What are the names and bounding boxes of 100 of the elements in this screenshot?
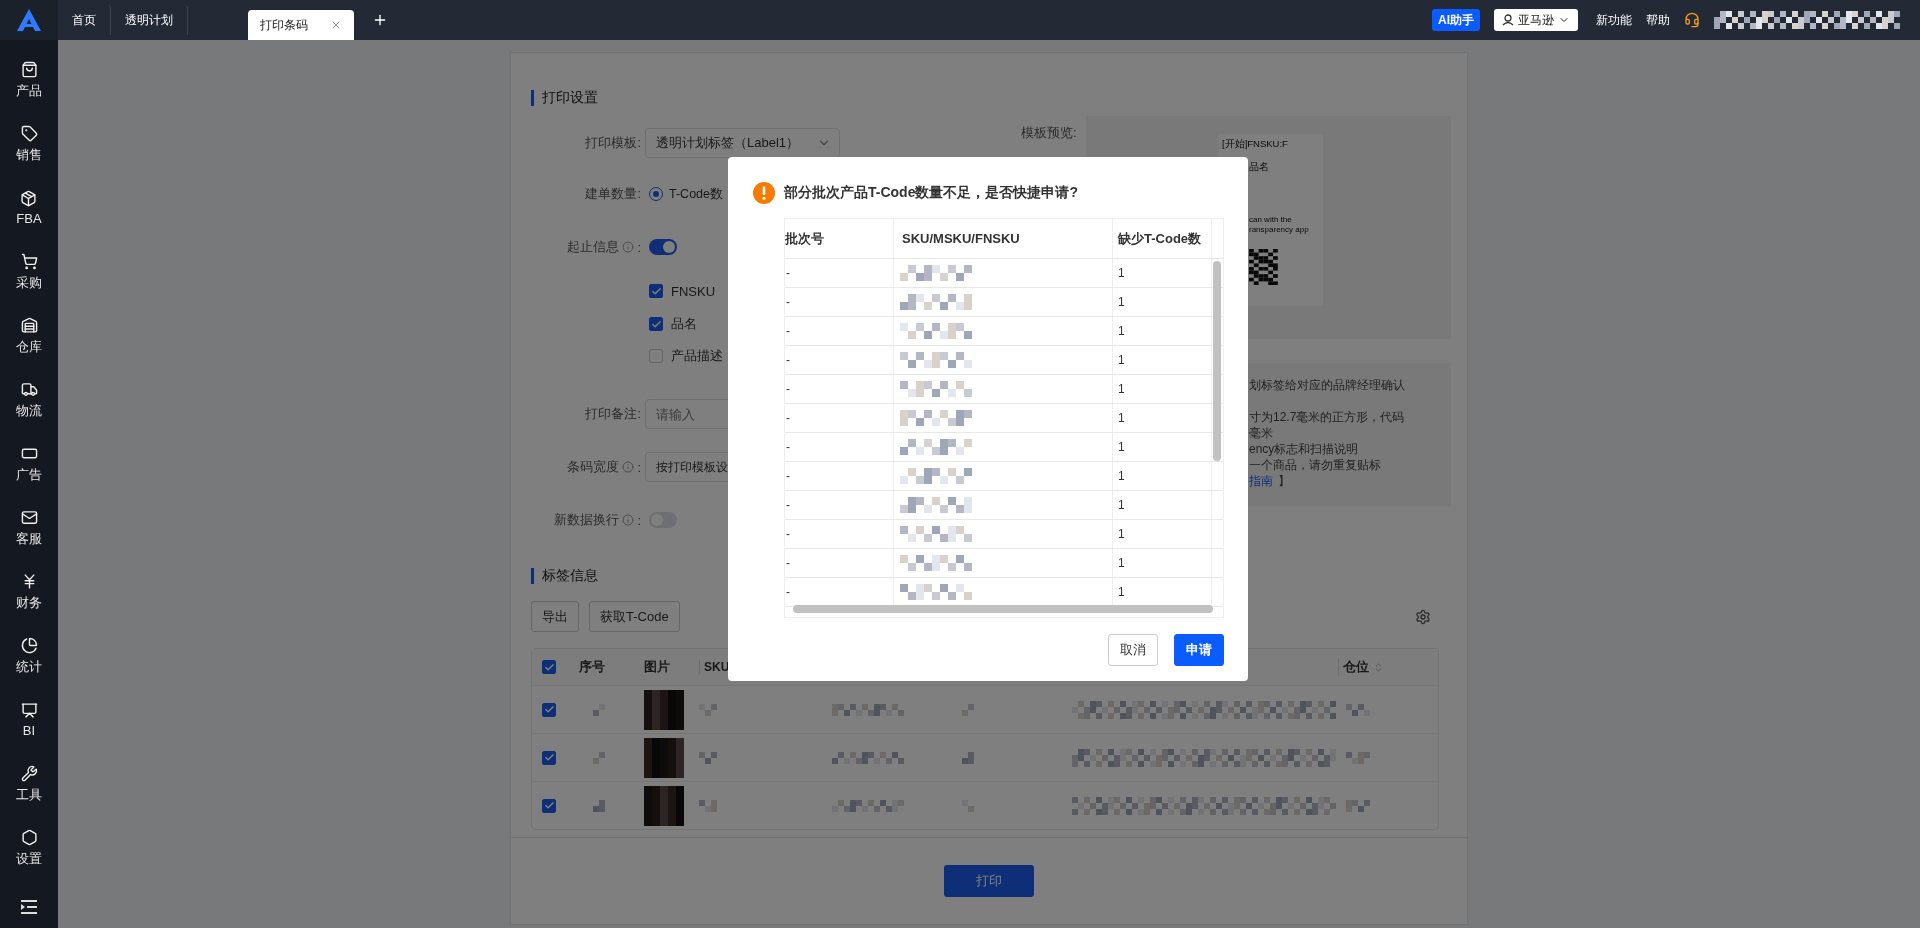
- info-icon[interactable]: [622, 241, 635, 253]
- blurred-text: [900, 584, 972, 600]
- field-label: 打印模板:: [584, 134, 642, 152]
- toolbar-button[interactable]: 导出: [531, 601, 579, 632]
- checkbox-label: 品名: [671, 315, 697, 333]
- table-cell: 1: [1118, 266, 1125, 280]
- field-label: 模板预览:: [1021, 124, 1078, 142]
- top-link[interactable]: 新功能: [1596, 11, 1632, 29]
- blurred-text: [1346, 799, 1370, 812]
- sidebar-item[interactable]: BI: [20, 688, 38, 752]
- info-icon[interactable]: [622, 514, 635, 526]
- add-tab-icon[interactable]: [372, 12, 388, 28]
- blurred-text: [832, 799, 904, 812]
- sidebar-item[interactable]: 财务: [16, 560, 42, 624]
- template-select[interactable]: 透明计划标签（Label1）: [645, 128, 840, 158]
- checkbox[interactable]: [542, 702, 556, 717]
- table-cell: 1: [1118, 411, 1125, 425]
- table-cell: -: [786, 266, 790, 280]
- sidebar-item[interactable]: 客服: [16, 496, 42, 560]
- toolbar-button[interactable]: 获取T-Code: [589, 601, 680, 632]
- preview-text: can with the: [1248, 216, 1292, 226]
- blurred-text: [593, 751, 605, 764]
- checkbox[interactable]: [542, 798, 556, 813]
- apply-button[interactable]: 申请: [1174, 634, 1224, 666]
- collapse-icon[interactable]: [21, 900, 37, 914]
- blurred-text: [900, 497, 972, 513]
- table-cell: 1: [1118, 556, 1125, 570]
- tag-icon: [20, 124, 38, 142]
- blurred-text: [900, 555, 972, 571]
- colon: :: [637, 239, 641, 255]
- table-cell: 1: [1118, 440, 1125, 454]
- table-cell: -: [786, 411, 790, 425]
- column-header: 批次号: [785, 229, 824, 248]
- scrollbar[interactable]: [1213, 261, 1221, 461]
- cart-icon: [20, 252, 38, 270]
- colon: :: [637, 512, 641, 528]
- preview-text: 品名: [1248, 161, 1269, 173]
- info-icon[interactable]: [622, 461, 635, 473]
- table-cell: -: [786, 585, 790, 599]
- scrollbar[interactable]: [793, 605, 1213, 613]
- table-cell: -: [786, 440, 790, 454]
- settings-icon[interactable]: [1415, 608, 1431, 625]
- blurred-text: [699, 799, 717, 812]
- top-link[interactable]: 帮助: [1646, 11, 1670, 29]
- tab[interactable]: 透明计划: [111, 5, 188, 35]
- blurred-text: [900, 468, 972, 484]
- blurred-text: [900, 265, 972, 281]
- checkbox-label: FNSKU: [671, 283, 716, 299]
- marketplace-dropdown[interactable]: 亚马逊: [1494, 9, 1578, 31]
- table-cell: -: [786, 382, 790, 396]
- blurred-text: [900, 381, 972, 397]
- table-cell: -: [786, 353, 790, 367]
- table-cell: 1: [1118, 324, 1125, 338]
- column-header: 序号: [579, 658, 605, 676]
- sidebar-item[interactable]: 采购: [16, 240, 42, 304]
- cancel-button[interactable]: 取消: [1108, 634, 1158, 666]
- pie-chart-icon: [20, 636, 38, 654]
- field-label: 打印备注:: [584, 405, 642, 423]
- section-title: 打印设置: [531, 90, 1009, 106]
- presentation-icon: [20, 702, 38, 719]
- headset-icon[interactable]: [1684, 12, 1700, 28]
- bag-icon: [20, 60, 38, 78]
- toggle-switch[interactable]: [649, 239, 677, 255]
- checkbox[interactable]: [542, 660, 556, 674]
- note-text: 一个商品，请勿重复贴标: [1249, 457, 1382, 473]
- blurred-text: [593, 703, 605, 716]
- note-text: 毫米: [1249, 425, 1274, 441]
- close-icon[interactable]: [330, 19, 342, 31]
- blurred-text: [900, 352, 972, 368]
- checkbox-label: 产品描述: [671, 347, 723, 365]
- sidebar-item[interactable]: 仓库: [16, 304, 42, 368]
- sidebar-item[interactable]: 统计: [16, 624, 42, 688]
- blurred-text: [962, 751, 974, 764]
- sidebar-item[interactable]: 产品: [16, 48, 42, 112]
- sidebar-item[interactable]: 广告: [16, 432, 42, 496]
- blurred-text: [900, 410, 972, 426]
- column-header: SKU/MSKU/FNSKU: [902, 231, 1020, 246]
- sidebar-item[interactable]: FBA: [16, 176, 42, 240]
- sidebar-item[interactable]: 工具: [16, 752, 42, 816]
- checkbox[interactable]: [542, 750, 556, 765]
- column-header: 仓位: [1343, 658, 1369, 676]
- hexagon-icon: [20, 828, 38, 846]
- tab[interactable]: 首页: [58, 5, 111, 35]
- preview-text: [开始]FNSKU:F: [1221, 139, 1288, 150]
- blurred-text: [593, 799, 605, 812]
- warehouse-icon: [20, 316, 38, 334]
- colon: :: [637, 459, 641, 475]
- tab[interactable]: 打印条码: [248, 10, 354, 40]
- ai-assistant-button[interactable]: AI助手: [1432, 9, 1480, 31]
- sidebar-item[interactable]: 设置: [16, 816, 42, 880]
- sidebar-item[interactable]: 销售: [16, 112, 42, 176]
- blurred-text: [900, 323, 972, 339]
- checkbox[interactable]: [649, 317, 663, 331]
- blurred-text: [900, 294, 972, 310]
- checkbox[interactable]: [649, 284, 663, 298]
- field-label: 新数据换行: [554, 511, 620, 529]
- note-text: 划标签给对应的品牌经理确认: [1249, 377, 1406, 393]
- sidebar-item[interactable]: 物流: [16, 368, 42, 432]
- table-cell: 1: [1118, 498, 1125, 512]
- logo-icon[interactable]: [17, 9, 41, 31]
